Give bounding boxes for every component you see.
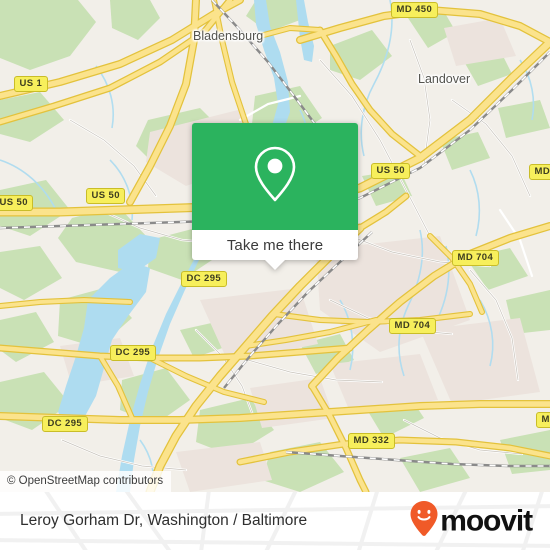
road-shield: DC 295 (42, 416, 88, 432)
road-shield: MD (536, 412, 550, 428)
map-attribution[interactable]: © OpenStreetMap contributors (0, 471, 172, 492)
take-me-there-label: Take me there (226, 236, 324, 254)
road-shield: MD (529, 164, 550, 180)
take-me-there-callout[interactable]: Take me there (192, 123, 358, 270)
callout-pin-panel (192, 123, 358, 230)
place-label-landover: Landover (418, 72, 471, 86)
moovit-brand[interactable]: moovit (409, 500, 533, 543)
location-title: Leroy Gorham Dr, Washington / Baltimore (20, 512, 308, 529)
footer-bar: Leroy Gorham Dr, Washington / Baltimore … (0, 492, 550, 550)
road-shield: MD 450 (391, 2, 438, 18)
moovit-wordmark: moovit (440, 504, 533, 537)
road-shield: DC 295 (110, 345, 156, 361)
place-label-bladensburg: Bladensburg (193, 29, 264, 43)
take-me-there-button[interactable]: Take me there (192, 230, 358, 270)
moovit-pin-smiley-icon (409, 500, 439, 543)
moovit-map-screenshot: US 1 MD 450 US 50 US 50 US 50 MD MD 704 … (0, 0, 550, 550)
road-shield: US 1 (14, 76, 48, 92)
map-pin-icon (249, 143, 301, 210)
road-shield: MD 704 (452, 250, 499, 266)
road-shield: US 50 (0, 195, 34, 211)
road-shield: US 50 (86, 188, 126, 204)
callout-pointer (264, 259, 286, 270)
road-shield: MD 704 (389, 318, 436, 334)
road-shield: US 50 (371, 163, 411, 179)
road-shield: DC 295 (181, 271, 227, 287)
road-shield: MD 332 (348, 433, 395, 449)
